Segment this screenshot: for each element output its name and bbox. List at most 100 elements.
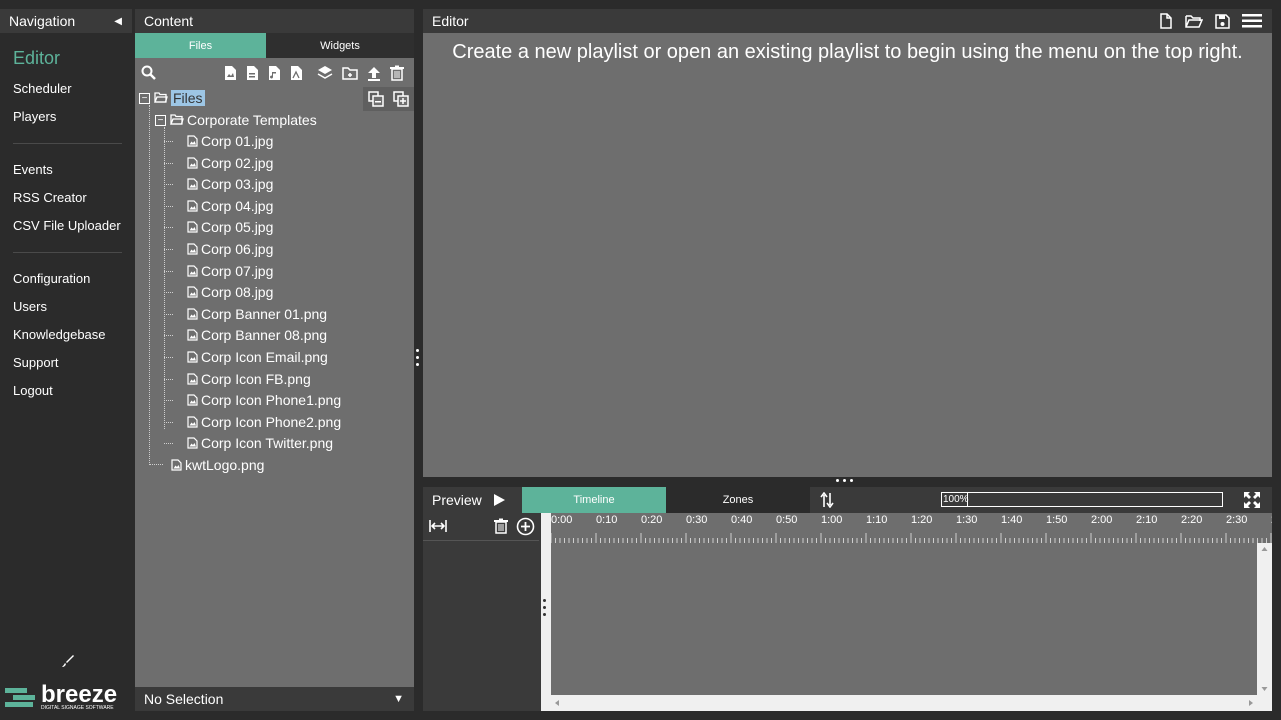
duplicate-icon[interactable] [392, 90, 410, 108]
ruler-tick-label: 2:30 [1226, 514, 1247, 526]
layers-icon[interactable] [317, 65, 333, 81]
new-audio-file-icon[interactable] [266, 65, 282, 81]
tree-file-item[interactable]: Corp 01.jpg [187, 131, 273, 151]
zoom-slider[interactable]: 100% [941, 492, 1223, 507]
tab-zones[interactable]: Zones [666, 487, 810, 513]
nav-item-support[interactable]: Support [0, 349, 132, 377]
image-file-icon [187, 437, 198, 449]
tree-file-item[interactable]: Corp Banner 01.png [187, 304, 327, 324]
vertical-scrollbar[interactable] [1257, 543, 1272, 695]
upload-icon[interactable] [366, 65, 382, 81]
timeline-track[interactable] [551, 543, 1257, 695]
nav-item-editor[interactable]: Editor [0, 43, 132, 75]
tree-file-label: kwtLogo.png [185, 457, 265, 473]
trash-icon[interactable] [389, 65, 405, 81]
trash-icon[interactable] [494, 518, 508, 534]
image-file-icon [187, 200, 198, 212]
nav-item-scheduler[interactable]: Scheduler [0, 75, 132, 103]
tree-file-item[interactable]: Corp Icon FB.png [187, 369, 311, 389]
image-file-icon [171, 459, 182, 471]
horizontal-splitter-handle[interactable] [836, 479, 853, 482]
tree-line [164, 400, 173, 402]
tree-file-item[interactable]: Corp 06.jpg [187, 239, 273, 259]
image-file-icon [187, 372, 198, 385]
nav-divider [13, 143, 122, 144]
tree-file-item[interactable]: Corp Banner 08.png [187, 325, 327, 345]
tree-root-label: Files [171, 90, 205, 106]
ruler-tick-label: 0:10 [596, 514, 617, 526]
image-file-icon [187, 351, 198, 363]
nav-item-logout[interactable]: Logout [0, 377, 132, 405]
tree-line [164, 421, 173, 423]
tree-line [164, 357, 173, 358]
nav-item-rss-creator[interactable]: RSS Creator [0, 184, 132, 212]
image-file-icon [187, 243, 198, 255]
swap-vertical-icon[interactable] [820, 492, 834, 508]
open-folder-icon[interactable] [1185, 14, 1203, 29]
selection-footer[interactable]: No Selection ▼ [135, 687, 414, 711]
tree-line [149, 464, 163, 465]
new-pdf-file-icon[interactable] [288, 65, 304, 81]
tree-file-item[interactable]: Corp Icon Phone2.png [187, 412, 341, 432]
tree-line [149, 105, 150, 465]
horizontal-scrollbar[interactable] [551, 695, 1257, 711]
new-document-file-icon[interactable] [244, 65, 260, 81]
timeline-resize-handle[interactable] [543, 599, 546, 620]
tree-file-item[interactable]: kwtLogo.png [171, 455, 264, 475]
new-folder-icon[interactable] [342, 65, 358, 81]
tree-folder-corporate-templates[interactable]: − Corporate Templates [155, 110, 317, 130]
play-icon[interactable] [492, 493, 506, 507]
collapse-toggle-icon[interactable]: − [155, 114, 166, 126]
collapse-left-icon[interactable]: ◀ [114, 16, 122, 27]
fullscreen-icon[interactable] [1243, 491, 1261, 509]
add-circle-icon[interactable] [516, 517, 535, 536]
tree-file-label: Corp Banner 08.png [201, 327, 328, 344]
tab-timeline[interactable]: Timeline [522, 487, 666, 513]
tree-file-item[interactable]: Corp 04.jpg [187, 196, 273, 216]
menu-icon[interactable] [1242, 14, 1262, 28]
tree-file-item[interactable]: Corp 03.jpg [187, 174, 273, 194]
tree-root-folder[interactable]: − Files [139, 88, 205, 108]
tree-folder-label: Corporate Templates [187, 112, 317, 128]
tab-files[interactable]: Files [135, 33, 266, 58]
nav-divider [13, 252, 122, 253]
copy-icon[interactable] [367, 90, 385, 108]
nav-item-knowledgebase[interactable]: Knowledgebase [0, 321, 132, 349]
new-file-icon[interactable] [1159, 13, 1173, 29]
tree-file-item[interactable]: Corp 08.jpg [187, 282, 273, 302]
timeline-area[interactable]: 0:00 0:10 0:20 0:30 0:40 0:50 1:00 1:10 1:20 1:30… [541, 513, 1272, 711]
nav-item-players[interactable]: Players [0, 103, 132, 131]
tree-file-item[interactable]: Corp Icon Twitter.png [187, 433, 333, 453]
chevron-down-icon[interactable]: ▼ [393, 693, 404, 705]
ruler-tick-label: 1:40 [1001, 514, 1022, 526]
brush-icon[interactable] [61, 654, 75, 668]
search-icon[interactable] [141, 65, 157, 81]
svg-text:DIGITAL SIGNAGE SOFTWARE: DIGITAL SIGNAGE SOFTWARE [41, 705, 114, 710]
image-file-icon [187, 416, 198, 428]
ruler-tick-label: 0:20 [641, 514, 662, 526]
nav-item-users[interactable]: Users [0, 293, 132, 321]
tree-line [164, 378, 173, 380]
tree-file-item[interactable]: Corp 07.jpg [187, 261, 273, 281]
fit-width-icon[interactable] [429, 519, 447, 533]
tree-line [164, 249, 173, 250]
nav-item-csv-file-uploader[interactable]: CSV File Uploader [0, 212, 132, 240]
tree-file-label: Corp Banner 01.png [201, 305, 328, 322]
vertical-splitter-handle[interactable] [416, 349, 420, 370]
new-image-file-icon[interactable] [222, 65, 238, 81]
tree-file-item[interactable]: Corp Icon Email.png [187, 347, 328, 367]
save-icon[interactable] [1215, 13, 1230, 29]
tree-file-item[interactable]: Corp Icon Phone1.png [187, 390, 341, 410]
image-file-icon [187, 221, 198, 233]
preview-panel: Preview Timeline Zones 100% 0:00 0:10 0:20… [423, 487, 1272, 711]
nav-item-events[interactable]: Events [0, 156, 132, 184]
tree-file-item[interactable]: Corp 02.jpg [187, 153, 273, 173]
collapse-toggle-icon[interactable]: − [139, 92, 150, 104]
tree-file-item[interactable]: Corp 05.jpg [187, 217, 273, 237]
nav-item-configuration[interactable]: Configuration [0, 265, 132, 293]
timeline-ruler[interactable]: 0:00 0:10 0:20 0:30 0:40 0:50 1:00 1:10 1:20 1:30… [551, 513, 1272, 543]
ruler-tick-label: 2 [1271, 514, 1272, 526]
tab-widgets[interactable]: Widgets [266, 33, 414, 58]
content-header: Content [135, 9, 414, 33]
ruler-tick-label: 0:00 [551, 514, 572, 526]
